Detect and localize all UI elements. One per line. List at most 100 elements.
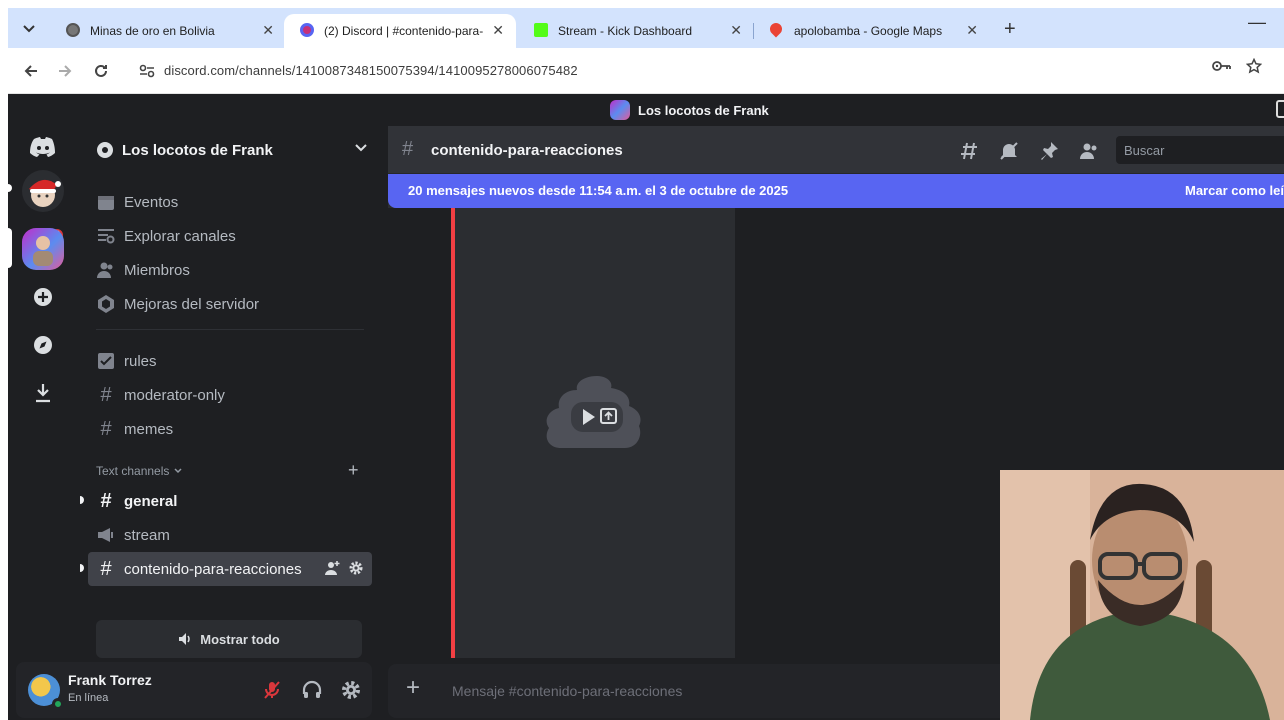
member-list-icon[interactable] [1078, 140, 1100, 162]
address-toolbar: discord.com/channels/1410087348150075394… [8, 48, 1284, 94]
app-titlebar: Los locotos de Frank [8, 94, 1284, 126]
tab-search-button[interactable] [16, 16, 42, 42]
video-embed[interactable] [455, 208, 735, 658]
online-status-icon [52, 698, 64, 710]
calendar-icon [96, 192, 116, 212]
headphones-icon [302, 680, 322, 698]
mute-microphone-button[interactable] [258, 676, 286, 704]
tab-title: (2) Discord | #contenido-para-r [324, 24, 484, 38]
channel-label: memes [124, 420, 174, 438]
browser-tab[interactable]: Stream - Kick Dashboard ✕ [518, 14, 754, 48]
server-avatar-icon [610, 100, 630, 120]
channel-item-memes[interactable]: # memes [88, 412, 372, 446]
rules-icon [96, 351, 116, 371]
deafen-button[interactable] [298, 676, 326, 704]
new-tab-button[interactable]: + [1004, 18, 1016, 41]
notifications-muted-icon[interactable] [998, 140, 1020, 162]
user-status: En línea [68, 692, 109, 704]
browser-tab[interactable]: Minas de oro en Bolivia ✕ [50, 14, 286, 48]
announcement-icon [96, 525, 116, 545]
menu-item-label: Mejoras del servidor [124, 295, 260, 313]
discord-favicon-icon [300, 23, 314, 37]
gear-icon[interactable] [348, 560, 364, 580]
menu-item-events[interactable]: Eventos [88, 185, 372, 219]
boost-icon [96, 294, 116, 314]
add-server-button[interactable] [22, 276, 64, 318]
close-icon[interactable]: ✕ [730, 22, 742, 39]
close-icon[interactable]: ✕ [966, 22, 978, 39]
browser-tab[interactable]: apolobamba - Google Maps ✕ [754, 14, 990, 48]
create-channel-button[interactable]: + [348, 460, 359, 481]
video-placeholder-icon[interactable] [537, 368, 657, 468]
chevron-down-icon [174, 468, 182, 474]
menu-item-label: Miembros [124, 261, 190, 279]
category-text-channels[interactable]: Text channels [96, 464, 183, 478]
hash-icon: # [100, 417, 112, 440]
pin-icon[interactable] [1038, 140, 1060, 162]
speaker-icon [179, 633, 191, 645]
hash-icon: # [100, 557, 112, 580]
arrow-right-icon [59, 65, 72, 77]
invite-icon[interactable] [324, 560, 340, 580]
channel-label: rules [124, 352, 157, 370]
attach-plus-icon[interactable]: + [406, 674, 420, 702]
maps-pin-icon [767, 20, 785, 38]
channel-item-general[interactable]: # general [88, 484, 372, 518]
show-all-button[interactable]: Mostrar todo [96, 620, 362, 658]
selected-server-indicator [8, 228, 12, 268]
omnibox[interactable]: discord.com/channels/1410087348150075394… [132, 54, 1272, 88]
reload-button[interactable] [90, 60, 112, 82]
arrow-left-icon [24, 65, 37, 77]
channel-label: stream [124, 526, 170, 544]
close-icon[interactable]: ✕ [492, 22, 504, 39]
minimize-window-button[interactable]: — [1248, 12, 1266, 33]
browse-channels-icon [96, 226, 116, 246]
password-key-icon[interactable] [1212, 56, 1232, 76]
menu-item-label: Explorar canales [124, 227, 236, 245]
server-header[interactable]: Los locotos de Frank [80, 126, 380, 174]
server-gear-badge-icon [97, 142, 113, 158]
server-name: Los locotos de Frank [122, 141, 273, 159]
channel-sidebar: Los locotos de Frank Eventos Explorar ca… [80, 126, 380, 720]
channel-item-stream[interactable]: stream [88, 518, 372, 552]
search-input[interactable]: Buscar [1116, 136, 1284, 164]
tab-title: Stream - Kick Dashboard [558, 24, 693, 38]
download-apps-button[interactable] [22, 372, 64, 414]
message-input[interactable]: + Mensaje #contenido-para-reacciones [388, 664, 1028, 718]
discord-home-button[interactable] [22, 126, 64, 168]
site-settings-icon[interactable] [138, 62, 156, 80]
plus-circle-icon [34, 288, 52, 306]
webcam-person-image [1000, 470, 1284, 720]
window-icon[interactable] [1276, 100, 1284, 118]
forward-button[interactable] [54, 60, 76, 82]
sidebar-divider [96, 329, 364, 330]
close-icon[interactable]: ✕ [262, 22, 274, 39]
user-settings-button[interactable] [337, 676, 365, 704]
mark-as-read-button[interactable]: Marcar como leí [1185, 183, 1284, 198]
channel-item-contenido-para-reacciones[interactable]: # contenido-para-reacciones [88, 552, 372, 586]
hash-icon: # [100, 489, 112, 512]
tab-title: apolobamba - Google Maps [794, 24, 943, 38]
discover-button[interactable] [22, 324, 64, 366]
back-button[interactable] [20, 60, 42, 82]
threads-icon[interactable] [958, 140, 980, 162]
discord-logo-icon [30, 137, 55, 157]
channel-item-moderator-only[interactable]: # moderator-only [88, 378, 372, 412]
hash-icon: # [402, 138, 414, 160]
server-icon-los-locotos[interactable] [22, 228, 64, 270]
channel-header: # contenido-para-reacciones Buscar [388, 126, 1284, 174]
channel-item-rules[interactable]: rules [88, 344, 372, 378]
window-title: Los locotos de Frank [638, 102, 769, 118]
browser-tab-active[interactable]: (2) Discord | #contenido-para-r ✕ [284, 14, 516, 48]
menu-item-browse-channels[interactable]: Explorar canales [88, 219, 372, 253]
members-icon [96, 260, 116, 280]
server-icon-christmas[interactable] [22, 170, 64, 212]
bookmark-star-icon[interactable] [1244, 56, 1264, 76]
menu-item-members[interactable]: Miembros [88, 253, 372, 287]
tab-title: Minas de oro en Bolivia [90, 24, 215, 38]
user-name[interactable]: Frank Torrez [68, 672, 152, 688]
new-messages-banner[interactable]: 20 mensajes nuevos desde 11:54 a.m. el 3… [388, 174, 1284, 208]
channel-label: contenido-para-reacciones [124, 560, 302, 578]
menu-item-server-boosts[interactable]: Mejoras del servidor [88, 287, 372, 321]
new-messages-text: 20 mensajes nuevos desde 11:54 a.m. el 3… [408, 183, 789, 198]
